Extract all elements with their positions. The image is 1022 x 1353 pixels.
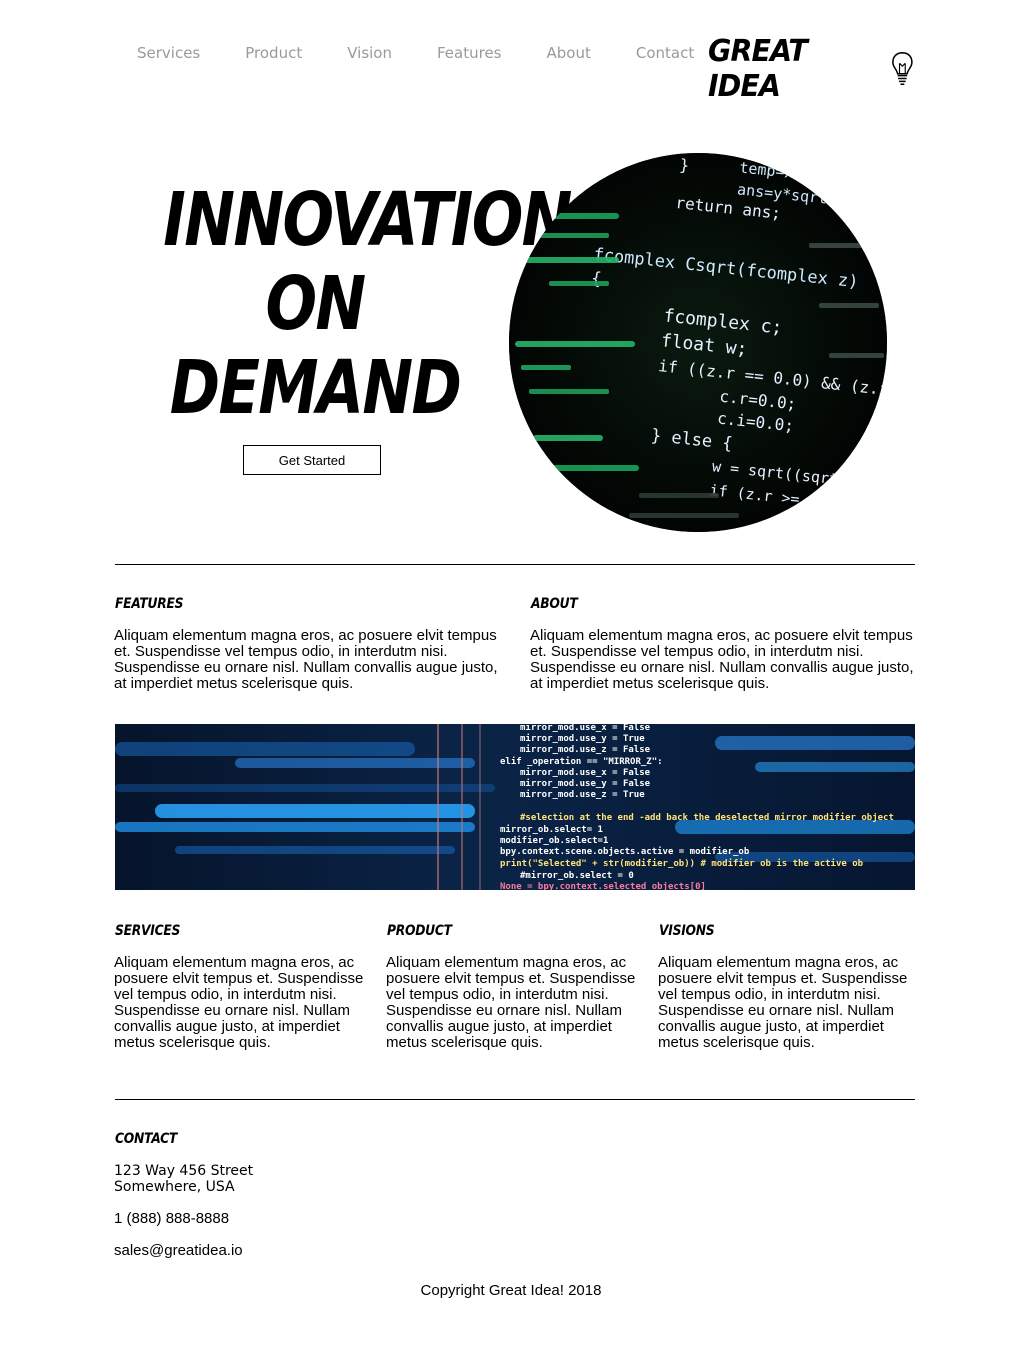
logo-text: GREAT IDEA xyxy=(708,34,808,104)
get-started-button[interactable]: Get Started xyxy=(243,445,381,475)
nav-link-about[interactable]: About xyxy=(546,44,590,62)
contact-phone: 1 (888) 888-8888 xyxy=(114,1210,230,1227)
hero-title-line: INNOVATION xyxy=(163,177,572,263)
nav-link-vision[interactable]: Vision xyxy=(347,44,392,62)
banner-code-line: mirror_mod.use_y = True xyxy=(520,733,645,744)
about-heading: ABOUT xyxy=(531,596,578,612)
nav-link-services[interactable]: Services xyxy=(137,44,200,62)
lightbulb-icon xyxy=(892,52,913,86)
banner-code-line: mirror_mod.use_x = False xyxy=(520,767,651,778)
section-divider xyxy=(115,1099,915,1100)
contact-address-line2: Somewhere, USA xyxy=(114,1179,235,1195)
banner-code-line: bpy.context.scene.objects.active = modif… xyxy=(500,846,750,857)
hero-title: INNOVATION ON DEMAND xyxy=(130,177,572,431)
banner-code-line: mirror_mod.use_z = False xyxy=(520,744,651,755)
nav-links: Services Product Vision Features About C… xyxy=(115,44,717,62)
banner-code-line: #mirror_ob.select = 0 xyxy=(520,870,634,881)
services-heading: SERVICES xyxy=(115,923,181,939)
banner-code-line: None = bpy.context.selected_objects[0] xyxy=(500,881,706,890)
visions-heading: VISIONS xyxy=(659,923,715,939)
code-banner-image: mirror_mod.use_x = False mirror_mod.use_… xyxy=(115,724,915,890)
hero-code-line: } xyxy=(679,155,691,175)
contact-heading: CONTACT xyxy=(115,1131,178,1147)
features-heading: FEATURES xyxy=(115,596,184,612)
about-text: Aliquam elementum magna eros, ac posuere… xyxy=(530,627,914,692)
nav-link-features[interactable]: Features xyxy=(437,44,502,62)
hero-title-line: ON xyxy=(265,261,366,347)
copyright-text: Copyright Great Idea! 2018 xyxy=(420,1282,602,1299)
services-text: Aliquam elementum magna eros, ac posuere… xyxy=(114,954,364,1051)
nav-link-contact[interactable]: Contact xyxy=(636,44,694,62)
section-divider xyxy=(115,564,915,565)
banner-code-line: elif _operation == "MIRROR_Z": xyxy=(500,756,663,767)
hero-title-line: DEMAND xyxy=(169,345,462,431)
contact-email-link[interactable]: sales@greatidea.io xyxy=(114,1242,243,1259)
product-text: Aliquam elementum magna eros, ac posuere… xyxy=(386,954,636,1051)
top-nav: Services Product Vision Features About C… xyxy=(115,34,915,104)
banner-code-line: mirror_mod.use_y = False xyxy=(520,778,651,789)
banner-code-line: mirror_mod.use_x = False xyxy=(520,724,651,733)
hero-code-line: { xyxy=(590,269,602,290)
visions-text: Aliquam elementum magna eros, ac posuere… xyxy=(658,954,908,1051)
banner-code-line: mirror_ob.select= 1 xyxy=(500,824,603,835)
logo[interactable]: GREAT IDEA xyxy=(708,34,915,104)
contact-address-line1: 123 Way 456 Street xyxy=(114,1163,254,1179)
product-heading: PRODUCT xyxy=(387,923,452,939)
nav-link-product[interactable]: Product xyxy=(245,44,302,62)
hero-code-image: temp=x/y; ans=y*sqrt(1.0+temp*temp); } r… xyxy=(509,153,887,532)
banner-code-line: mirror_mod.use_z = True xyxy=(520,789,645,800)
banner-code-line: modifier_ob.select=1 xyxy=(500,835,608,846)
banner-code-line: print("Selected" + str(modifier_ob)) # m… xyxy=(500,858,864,869)
hero-code-art: temp=x/y; ans=y*sqrt(1.0+temp*temp); } r… xyxy=(509,153,887,532)
features-text: Aliquam elementum magna eros, ac posuere… xyxy=(114,627,498,692)
banner-code-line: #selection at the end -add back the dese… xyxy=(520,812,894,823)
code-banner-art: mirror_mod.use_x = False mirror_mod.use_… xyxy=(115,724,915,890)
